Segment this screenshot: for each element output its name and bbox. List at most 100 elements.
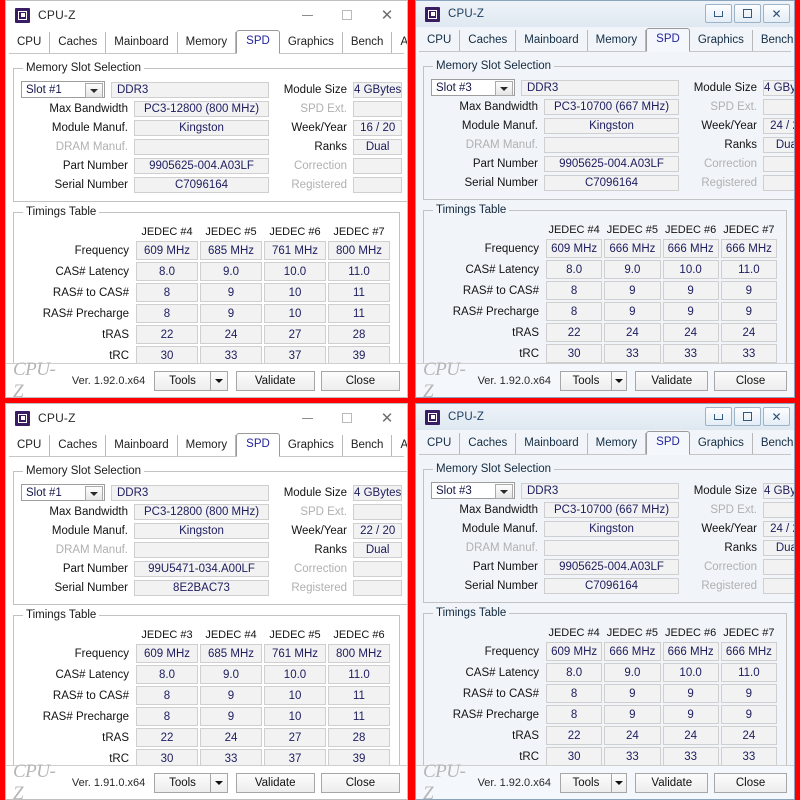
slot-select[interactable]: Slot #1 <box>21 81 105 98</box>
tab-graphics[interactable]: Graphics <box>280 435 343 456</box>
close-window-button[interactable]: ✕ <box>367 404 407 432</box>
tab-spd[interactable]: SPD <box>646 28 690 52</box>
tab-spd[interactable]: SPD <box>236 30 280 54</box>
tab-bench[interactable]: Bench <box>343 32 393 53</box>
field-row: Module Manuf. Kingston <box>21 521 269 540</box>
timings-row: CAS# Latency 8.0 9.0 10.0 11.0 <box>23 262 390 281</box>
chevron-down-icon[interactable] <box>495 81 513 96</box>
tools-dropdown-button[interactable] <box>209 370 228 391</box>
chevron-down-icon[interactable] <box>495 484 513 499</box>
tab-graphics[interactable]: Graphics <box>690 30 753 51</box>
field-row: Module Size 4 GBytes <box>269 483 403 502</box>
window-titlebar: CPU-Z ✕ <box>416 404 794 430</box>
timings-column-header: JEDEC #6 <box>664 627 717 639</box>
module-manuf-label: Module Manuf. <box>461 522 538 535</box>
chevron-down-icon[interactable] <box>85 83 103 98</box>
close-button[interactable]: Close <box>320 370 400 391</box>
timings-cell: 11 <box>328 283 390 302</box>
timings-row: RAS# Precharge 8 9 9 9 <box>433 705 777 724</box>
tab-memory[interactable]: Memory <box>588 433 647 454</box>
tab-caches[interactable]: Caches <box>50 32 107 53</box>
minimize-button[interactable] <box>287 404 327 432</box>
tab-memory[interactable]: Memory <box>588 30 647 51</box>
module-size-value: 4 GBytes <box>763 79 794 96</box>
field-row: Module Size 4 GBytes <box>269 80 403 99</box>
slot-select[interactable]: Slot #3 <box>431 79 515 96</box>
tab-bench[interactable]: Bench <box>753 433 794 454</box>
tab-caches[interactable]: Caches <box>460 30 517 51</box>
tab-cpu[interactable]: CPU <box>419 433 461 454</box>
field-row: Correction <box>269 559 403 578</box>
close-window-button[interactable]: ✕ <box>763 4 790 23</box>
timings-cell: 24 <box>200 728 262 747</box>
tab-mainboard[interactable]: Mainboard <box>516 433 588 454</box>
tab-cpu[interactable]: CPU <box>9 435 51 456</box>
tab-mainboard[interactable]: Mainboard <box>106 435 178 456</box>
tab-memory[interactable]: Memory <box>178 435 237 456</box>
max-bandwidth-value: PC3-10700 (667 MHz) <box>544 98 679 115</box>
timings-cell: 33 <box>604 344 661 363</box>
close-window-button[interactable]: ✕ <box>367 1 407 29</box>
screenshot-stage: CPU-Z ✕ CPU Caches Mainboard Memory SPD Graphic… <box>0 0 800 800</box>
close-window-button[interactable]: ✕ <box>763 407 790 426</box>
tab-memory[interactable]: Memory <box>178 32 237 53</box>
slot-select[interactable]: Slot #3 <box>431 482 515 499</box>
maximize-button[interactable] <box>327 404 367 432</box>
window-footer: CPU-Z Ver. 1.92.0.x64 Tools Validate Close <box>416 761 794 799</box>
tools-dropdown-button[interactable] <box>610 772 628 793</box>
tab-graphics[interactable]: Graphics <box>280 32 343 53</box>
maximize-button[interactable] <box>734 4 761 23</box>
tab-cpu[interactable]: CPU <box>9 32 51 53</box>
tab-spd[interactable]: SPD <box>236 433 280 457</box>
window-caption-buttons: ✕ <box>705 4 790 24</box>
validate-button[interactable]: Validate <box>635 370 709 391</box>
validate-button[interactable]: Validate <box>235 370 315 391</box>
tools-dropdown-button[interactable] <box>209 772 228 793</box>
field-row: Correction <box>679 557 794 576</box>
timings-row: tRC 30 33 33 33 <box>433 747 777 766</box>
minimize-button[interactable] <box>705 407 732 426</box>
minimize-button[interactable] <box>705 4 732 23</box>
timings-cell: 11 <box>328 686 390 705</box>
tab-caches[interactable]: Caches <box>460 433 517 454</box>
tools-dropdown-button[interactable] <box>610 370 628 391</box>
tab-mainboard[interactable]: Mainboard <box>106 32 178 53</box>
timings-row: CAS# Latency 8.0 9.0 10.0 11.0 <box>433 663 777 682</box>
timings-cell: 9 <box>720 705 777 724</box>
tab-cpu[interactable]: CPU <box>419 30 461 51</box>
maximize-button[interactable] <box>734 407 761 426</box>
slot-select[interactable]: Slot #1 <box>21 484 105 501</box>
tools-button[interactable]: Tools <box>559 772 611 793</box>
tab-graphics[interactable]: Graphics <box>690 433 753 454</box>
timings-cell: 9.0 <box>604 260 661 279</box>
tab-about[interactable]: About <box>392 32 407 53</box>
validate-button[interactable]: Validate <box>635 772 709 793</box>
timings-cell: 9 <box>200 283 262 302</box>
correction-label: Correction <box>703 560 757 573</box>
close-button[interactable]: Close <box>714 370 787 391</box>
field-row: Week/Year 16 / 20 <box>269 118 403 137</box>
tools-button[interactable]: Tools <box>559 370 611 391</box>
timings-row-label: RAS# Precharge <box>42 710 129 723</box>
tab-bench[interactable]: Bench <box>343 435 393 456</box>
timings-row-label: Frequency <box>484 645 539 658</box>
maximize-button[interactable] <box>327 1 367 29</box>
close-button[interactable]: Close <box>320 772 400 793</box>
minimize-button[interactable] <box>287 1 327 29</box>
timings-corner <box>433 224 544 237</box>
chevron-down-icon[interactable] <box>85 486 103 501</box>
tab-caches[interactable]: Caches <box>50 435 107 456</box>
tab-spd[interactable]: SPD <box>646 431 690 455</box>
tab-bench[interactable]: Bench <box>753 30 794 51</box>
spd-ext-label: SPD Ext. <box>300 102 347 115</box>
tools-button[interactable]: Tools <box>154 370 210 391</box>
close-button[interactable]: Close <box>714 772 787 793</box>
registered-label: Registered <box>701 579 757 592</box>
tab-about[interactable]: About <box>392 435 407 456</box>
tools-button[interactable]: Tools <box>154 772 210 793</box>
tab-mainboard[interactable]: Mainboard <box>516 30 588 51</box>
validate-button[interactable]: Validate <box>235 772 315 793</box>
timings-row-label: tRAS <box>102 731 129 744</box>
timings-row: Frequency 609 MHz 685 MHz 761 MHz 800 MHz <box>23 644 390 663</box>
correction-value <box>353 560 403 577</box>
